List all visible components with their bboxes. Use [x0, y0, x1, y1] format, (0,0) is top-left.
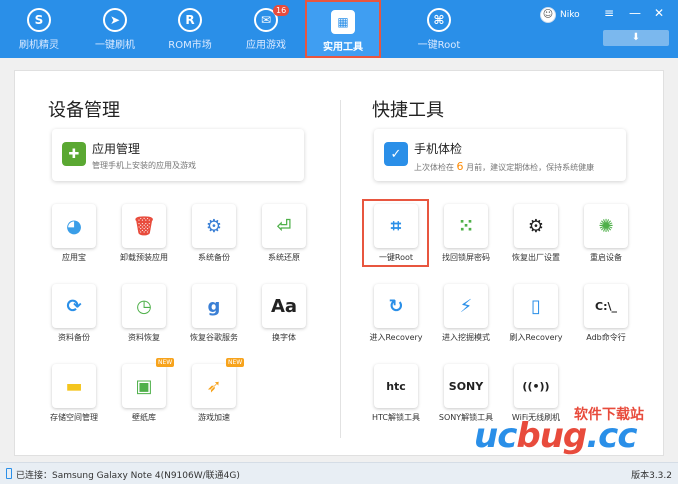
nav-utilities[interactable]: ▦ 实用工具	[305, 0, 381, 58]
card-title: 应用管理	[92, 142, 141, 156]
tool-tile[interactable]: 🗑 卸载预装应用	[108, 204, 180, 276]
tool-tile[interactable]: C:\_ Adb命令行	[570, 284, 642, 356]
section-title-quick: 快捷工具	[372, 100, 444, 121]
tablet-icon: ▯	[514, 284, 558, 328]
tool-tile[interactable]: htc HTC解锁工具	[360, 364, 432, 436]
nav-label: 应用游戏	[246, 40, 286, 51]
trash-icon: 🗑	[122, 204, 166, 248]
reboot-icon: ✺	[584, 204, 628, 248]
nav-label: 刷机精灵	[19, 40, 59, 51]
terminal-icon: C:\_	[584, 284, 628, 328]
notification-badge: 16	[273, 5, 290, 16]
download-button[interactable]: ⬇	[603, 30, 669, 46]
tool-tile[interactable]: ▬ 存储空间管理	[38, 364, 110, 436]
cursor-icon: ➤	[103, 8, 127, 32]
menu-icon[interactable]: ≡	[602, 6, 616, 20]
tool-tile[interactable]: ✺ 重启设备	[570, 204, 642, 276]
shield-check-icon: ✓	[384, 142, 408, 166]
nav-apps-games[interactable]: ✉ 16 应用游戏	[231, 0, 301, 58]
root-icon: ⌘	[427, 8, 451, 32]
nav-one-click-root[interactable]: ⌘ 一键Root	[404, 0, 474, 58]
nav-label: 实用工具	[323, 42, 363, 53]
tool-tile[interactable]: ⚙ 恢复出厂设置	[500, 204, 572, 276]
selected-highlight	[362, 199, 429, 267]
htc-lock-icon: htc	[374, 364, 418, 408]
tool-tile[interactable]: ➶ NEW 游戏加速	[178, 358, 250, 436]
pattern-lock-icon: ⁙	[444, 204, 488, 248]
app-management-card[interactable]: ✚ 应用管理 管理手机上安装的应用及游戏	[52, 129, 304, 181]
user-account[interactable]: ☺ Niko	[540, 6, 580, 24]
clock-restore-icon: ◷	[122, 284, 166, 328]
tool-tile[interactable]: ⚡ 进入挖掘模式	[430, 284, 502, 356]
new-badge: NEW	[226, 358, 245, 367]
tool-tile[interactable]: ⏎ 系统还原	[248, 204, 320, 276]
google-icon: g	[192, 284, 236, 328]
tool-tile[interactable]: ◷ 资料恢复	[108, 284, 180, 356]
tool-tile[interactable]: g 恢复谷歌服务	[178, 284, 250, 356]
system-restore-icon: ⏎	[262, 204, 306, 248]
tile-label: 游戏加速	[198, 413, 230, 422]
nav-label: 一键刷机	[95, 40, 135, 51]
download-icon: ⬇	[631, 32, 641, 43]
tile-label: Adb命令行	[586, 333, 626, 342]
tool-tile[interactable]: ▣ NEW 壁纸库	[108, 358, 180, 436]
tile-label: 换字体	[272, 333, 296, 342]
avatar: ☺	[540, 7, 556, 23]
lightning-icon: ⚡	[444, 284, 488, 328]
rom-icon: R	[178, 8, 202, 32]
tool-tile[interactable]: ⚙ 系统备份	[178, 204, 250, 276]
gears-icon: ⚙	[514, 204, 558, 248]
version-label: 版本3.3.2	[631, 471, 672, 481]
months-value: 6	[456, 160, 464, 173]
tool-tile[interactable]: ◕ 应用宝	[38, 204, 110, 276]
close-icon[interactable]: ✕	[652, 6, 666, 20]
nav-label: 一键Root	[417, 40, 461, 51]
watermark: 软件下载站 ucbug.cc	[474, 407, 644, 456]
card-subtitle: 上次体检在 6 月前，建议定期体检，保持系统健康	[414, 160, 595, 173]
section-divider	[340, 100, 341, 438]
tool-tile[interactable]: ⟳ 资料备份	[38, 284, 110, 356]
new-badge: NEW	[156, 358, 175, 367]
tool-tile[interactable]: ↻ 进入Recovery	[360, 284, 432, 356]
refresh-icon: ↻	[374, 284, 418, 328]
system-backup-icon: ⚙	[192, 204, 236, 248]
minimize-icon[interactable]: —	[628, 6, 642, 20]
tile-label: 重启设备	[590, 253, 622, 262]
grid-icon: ▦	[331, 10, 355, 34]
nav-shuaji-jingling[interactable]: S 刷机精灵	[4, 0, 74, 58]
card-title: 手机体检	[414, 142, 463, 156]
shield-icon: S	[27, 8, 51, 32]
card-subtitle: 管理手机上安装的应用及游戏	[92, 161, 196, 170]
puzzle-icon: ✚	[62, 142, 86, 166]
font-icon: Aa	[262, 284, 306, 328]
top-nav-bar: S 刷机精灵 ➤ 一键刷机 R ROM市场 ✉ 16 应用游戏 ▦ 实用工具 ⌘…	[0, 0, 678, 58]
app-store-icon: ◕	[52, 204, 96, 248]
phone-checkup-card[interactable]: ✓ 手机体检 上次体检在 6 月前，建议定期体检，保持系统健康	[374, 129, 626, 181]
sync-icon: ⟳	[52, 284, 96, 328]
status-bar: 已连接：Samsung Galaxy Note 4(N9106W/联通4G) 版…	[0, 462, 678, 484]
nav-one-click-flash[interactable]: ➤ 一键刷机	[80, 0, 150, 58]
section-title-device: 设备管理	[48, 100, 120, 121]
phone-icon	[6, 468, 12, 479]
image-icon: ▣	[122, 364, 166, 408]
nav-rom-market[interactable]: R ROM市场	[155, 0, 225, 58]
rocket-icon: ➶	[192, 364, 236, 408]
tile-label: 系统还原	[268, 253, 300, 262]
connection-status: 已连接：Samsung Galaxy Note 4(N9106W/联通4G)	[16, 471, 240, 481]
tool-tile[interactable]: Aa 换字体	[248, 284, 320, 356]
tool-tile[interactable]: ▯ 刷入Recovery	[500, 284, 572, 356]
folder-icon: ▬	[52, 364, 96, 408]
nav-label: ROM市场	[168, 40, 212, 51]
user-name: Niko	[560, 10, 580, 20]
tool-tile[interactable]: ⁙ 找回锁屏密码	[430, 204, 502, 276]
